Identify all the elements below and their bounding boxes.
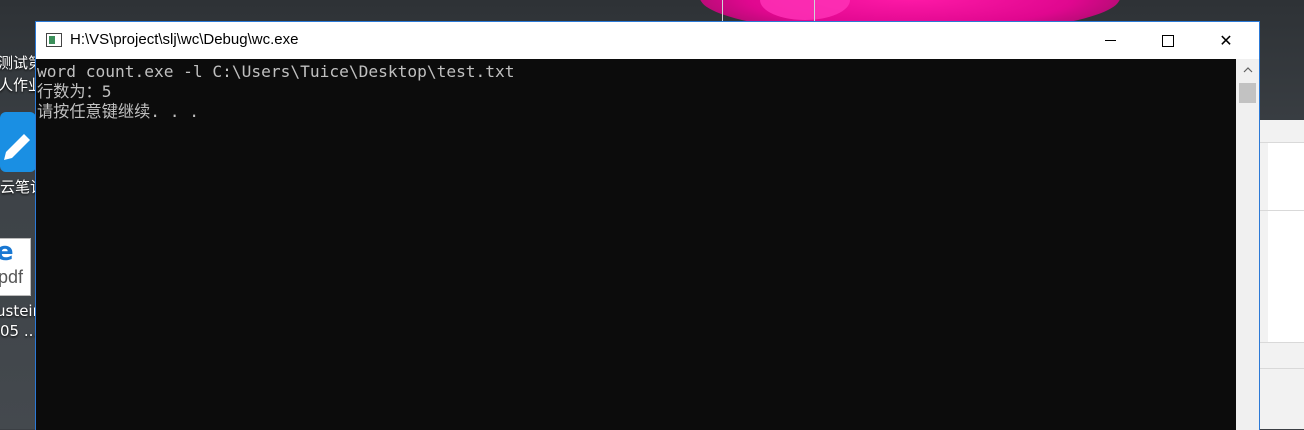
chevron-up-icon — [1243, 67, 1252, 73]
edge-e-icon: e — [0, 237, 14, 267]
close-button[interactable]: ✕ — [1197, 22, 1255, 59]
pdf-icon-text: pdf — [0, 267, 24, 287]
window-title: H:\VS\project\slj\wc\Debug\wc.exe — [70, 31, 299, 48]
desktop-icon-label[interactable]: 05 ... — [0, 320, 38, 342]
minimize-icon — [1104, 40, 1116, 41]
note-app-icon[interactable] — [0, 112, 36, 172]
divider — [1258, 368, 1304, 369]
console-output[interactable]: word count.exe -l C:\Users\Tuice\Desktop… — [36, 59, 1236, 430]
title-bar[interactable]: H:\VS\project\slj\wc\Debug\wc.exe ✕ — [36, 22, 1259, 59]
scroll-thumb[interactable] — [1239, 83, 1256, 103]
divider — [1258, 342, 1304, 343]
background-panel — [1268, 143, 1304, 210]
vertical-scrollbar[interactable] — [1236, 59, 1259, 430]
minimize-button[interactable] — [1081, 22, 1139, 59]
background-window[interactable] — [1258, 120, 1304, 429]
console-line-result: 行数为：5 — [37, 82, 112, 101]
console-line-command: word count.exe -l C:\Users\Tuice\Desktop… — [37, 62, 515, 81]
console-window[interactable]: H:\VS\project\slj\wc\Debug\wc.exe ✕ word… — [35, 21, 1260, 430]
console-app-icon[interactable] — [46, 33, 62, 47]
pdf-file-icon[interactable]: e pdf — [0, 237, 31, 296]
maximize-button[interactable] — [1139, 22, 1197, 59]
background-panel — [1268, 211, 1304, 342]
console-line-prompt: 请按任意键继续. . . — [37, 102, 200, 121]
close-icon: ✕ — [1219, 31, 1233, 50]
scroll-up-button[interactable] — [1236, 59, 1259, 81]
maximize-icon — [1162, 34, 1174, 47]
